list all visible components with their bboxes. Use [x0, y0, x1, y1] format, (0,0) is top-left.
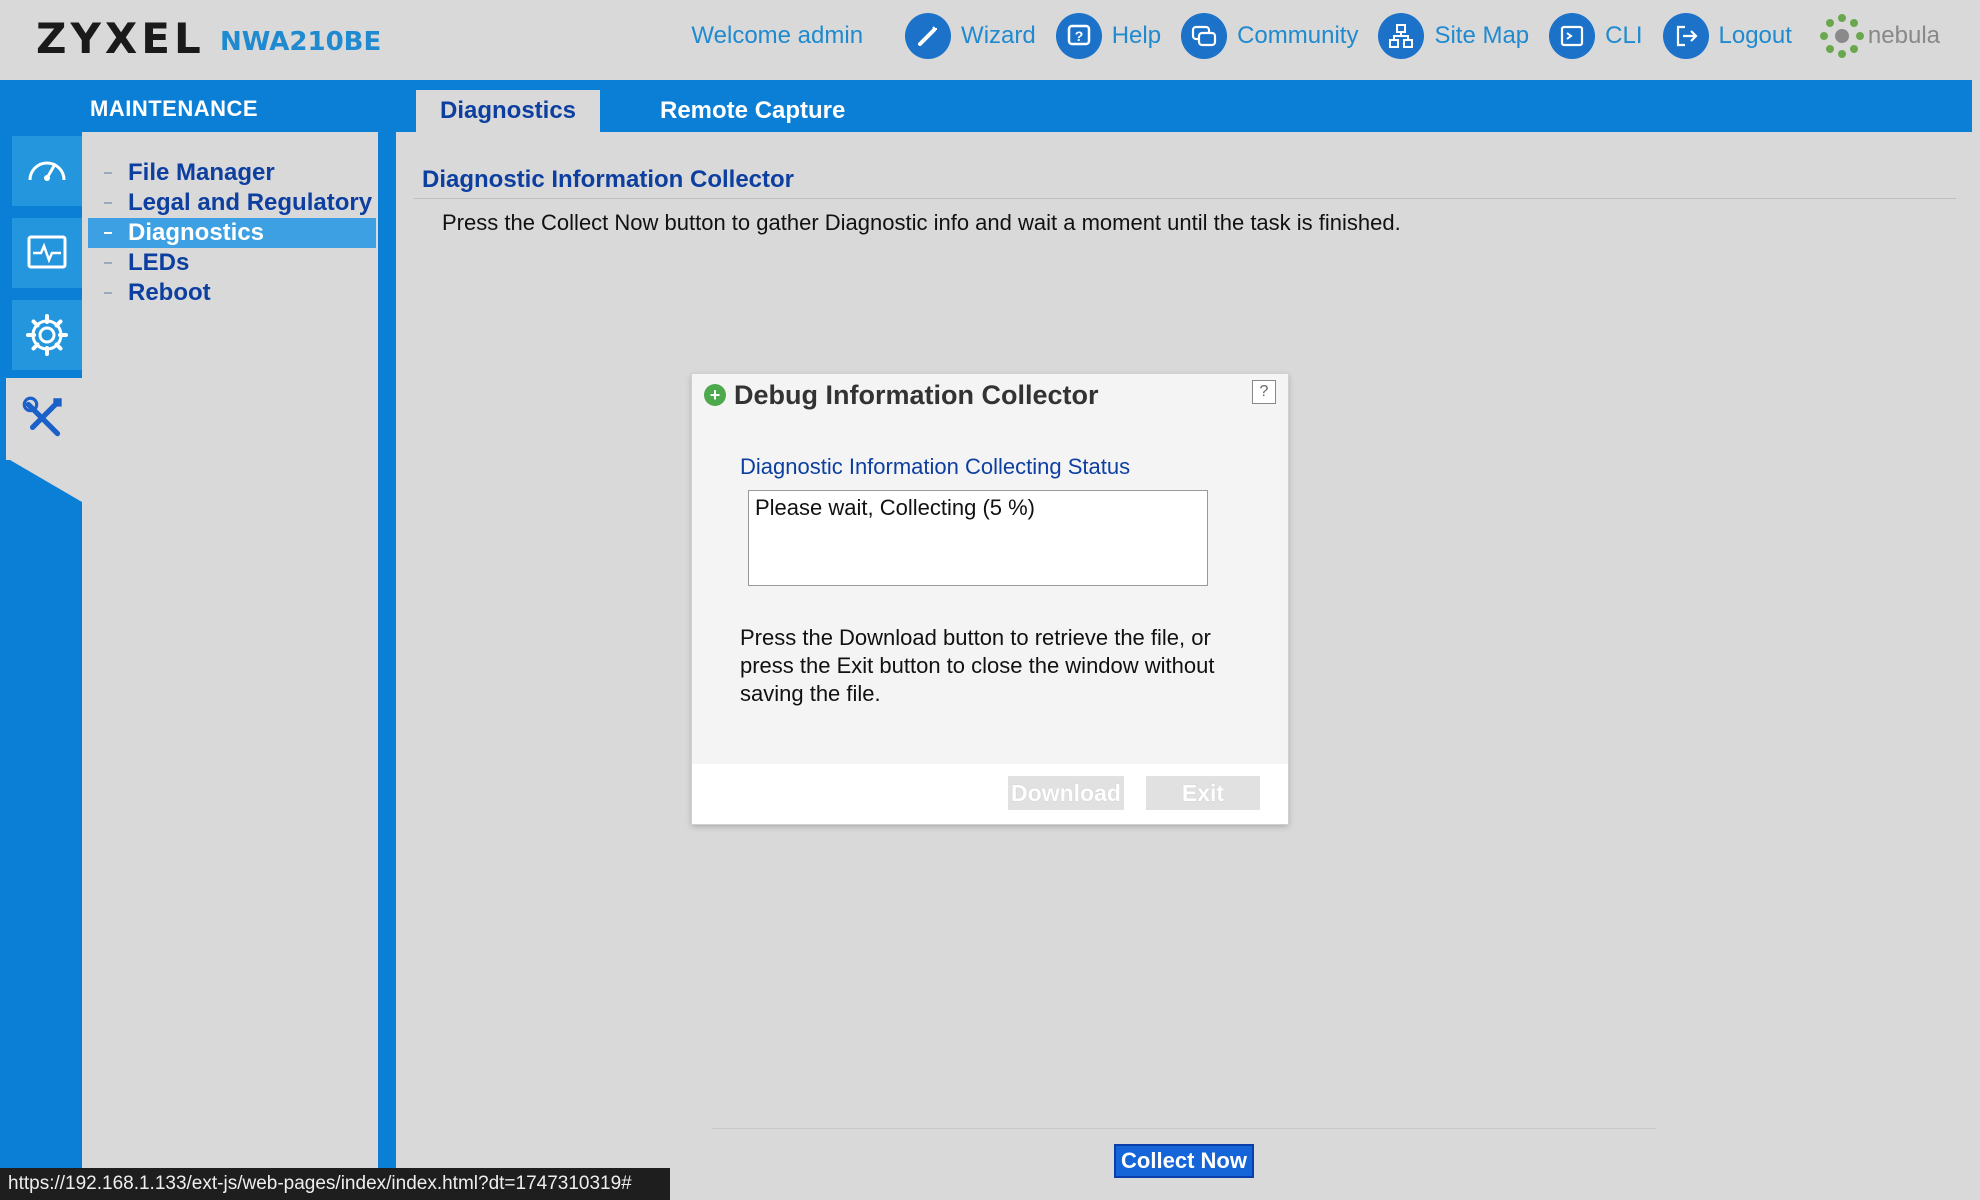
browser-status-url: https://192.168.1.133/ext-js/web-pages/i… [0, 1168, 670, 1200]
svg-text:?: ? [1074, 28, 1083, 44]
gear-icon [26, 314, 68, 356]
wizard-link[interactable]: Wizard [905, 13, 1036, 59]
sitemap-link[interactable]: Site Map [1378, 13, 1529, 59]
nebula-icon [1819, 14, 1864, 58]
welcome-text: Welcome admin [691, 22, 864, 49]
sidebar-item-diagnostics[interactable]: Diagnostics [88, 218, 376, 248]
sidebar-item-file-manager[interactable]: File Manager [88, 158, 376, 188]
dialog-title: Debug Information Collector [734, 380, 1099, 410]
collecting-status-box: Please wait, Collecting (5 %) [748, 490, 1208, 586]
community-icon [1181, 13, 1228, 59]
bottom-divider [712, 1128, 1656, 1129]
sidebar-item-label: Legal and Regulatory [128, 189, 373, 216]
rail-monitor[interactable] [12, 218, 82, 288]
rail-configuration[interactable] [12, 300, 82, 370]
sitemap-label: Site Map [1434, 22, 1530, 49]
download-button[interactable]: Download [1008, 776, 1124, 810]
tab-bar [0, 80, 1972, 132]
dashboard-icon [28, 161, 66, 181]
nebula-label: nebula [1867, 22, 1940, 49]
debug-collector-dialog: + Debug Information Collector ? Diagnost… [692, 374, 1288, 824]
help-icon: ? [1055, 13, 1102, 59]
help-label: Help [1111, 22, 1162, 49]
logout-icon [1662, 13, 1709, 59]
cli-link[interactable]: CLI [1549, 13, 1643, 59]
sidebar-item-label: LEDs [128, 249, 190, 276]
content-description: Press the Collect Now button to gather D… [442, 210, 1401, 235]
sidebar-item-label: Diagnostics [128, 219, 265, 246]
monitor-icon [27, 235, 67, 269]
sidebar-item-legal[interactable]: Legal and Regulatory [88, 188, 376, 218]
wizard-label: Wizard [961, 22, 1036, 49]
section-title: MAINTENANCE [90, 96, 259, 121]
rail-maintenance[interactable] [6, 378, 82, 460]
dialog-instructions: Press the Download button to retrieve th… [740, 625, 1215, 706]
tab-diagnostics[interactable]: Diagnostics [416, 90, 601, 132]
plus-circle-icon: + [704, 384, 726, 406]
wizard-icon [905, 13, 952, 59]
top-nav: Welcome admin Wizard ? Help Community Si… [691, 8, 1940, 64]
side-menu-border [378, 132, 396, 1200]
collecting-status-label: Diagnostic Information Collecting Status [740, 454, 1131, 479]
community-link[interactable]: Community [1181, 13, 1358, 59]
zyxel-logo: ZYXEL [36, 14, 205, 63]
sitemap-icon [1378, 13, 1425, 59]
sidebar-item-label: File Manager [128, 159, 275, 186]
left-rail [0, 132, 82, 1200]
maintenance-tools-icon [22, 396, 62, 437]
help-link[interactable]: ? Help [1055, 13, 1162, 59]
logout-label: Logout [1718, 22, 1792, 49]
nebula-link[interactable]: nebula [1816, 10, 1940, 62]
tab-remote-capture[interactable]: Remote Capture [636, 90, 869, 132]
exit-button[interactable]: Exit [1146, 776, 1260, 810]
content-title: Diagnostic Information Collector [422, 166, 795, 193]
sidebar-item-leds[interactable]: LEDs [88, 248, 376, 278]
content-divider [414, 198, 1956, 199]
dialog-help-button[interactable]: ? [1252, 380, 1276, 404]
rail-dashboard[interactable] [12, 136, 82, 206]
cli-label: CLI [1605, 22, 1643, 49]
collect-now-button[interactable]: Collect Now [1114, 1144, 1254, 1178]
device-model: NWA210BE [220, 27, 382, 57]
sidebar-item-label: Reboot [128, 279, 211, 306]
community-label: Community [1237, 22, 1359, 49]
logout-link[interactable]: Logout [1662, 13, 1792, 59]
sidebar-item-reboot[interactable]: Reboot [88, 278, 376, 308]
cli-icon [1549, 13, 1596, 59]
